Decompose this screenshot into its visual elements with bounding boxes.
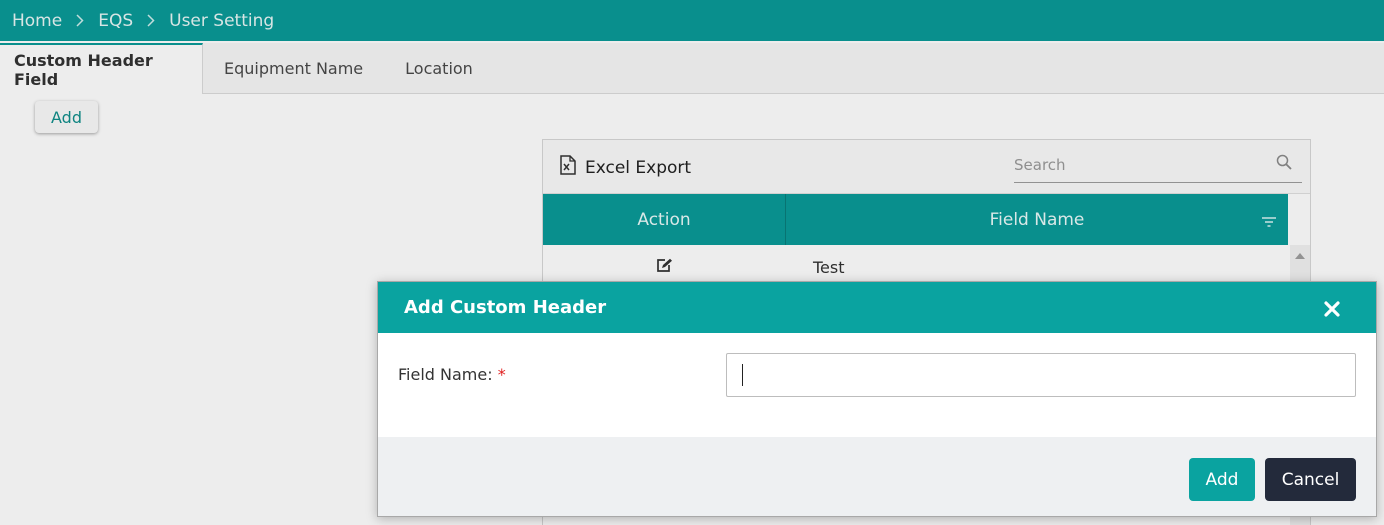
dialog-add-button[interactable]: Add [1189, 458, 1255, 501]
dialog-body: Field Name: * [378, 333, 1376, 437]
dialog-cancel-button[interactable]: Cancel [1265, 458, 1356, 501]
close-icon[interactable] [1324, 301, 1340, 317]
field-name-label: Field Name: * [398, 365, 506, 384]
add-custom-header-dialog: Add Custom Header Field Name: * Add Canc… [377, 281, 1377, 517]
text-cursor [742, 364, 743, 386]
field-name-input[interactable] [726, 353, 1356, 397]
dialog-title: Add Custom Header [404, 297, 607, 318]
field-name-label-text: Field Name: [398, 365, 493, 384]
required-marker: * [497, 365, 506, 384]
dialog-header: Add Custom Header [378, 282, 1376, 333]
dialog-footer: Add Cancel [378, 437, 1376, 516]
